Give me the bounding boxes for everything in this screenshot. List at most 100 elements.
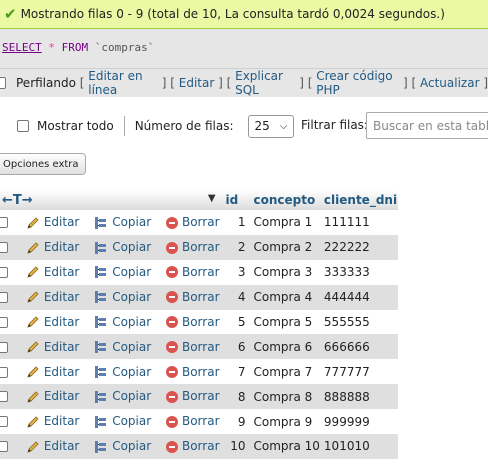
row-checkbox[interactable]	[0, 441, 8, 453]
row-checkbox[interactable]	[0, 316, 8, 328]
row-actions-cell: Editar Copiar Borrar	[0, 334, 220, 360]
edit-row-button[interactable]: Editar	[26, 389, 83, 403]
edit-label: Editar	[43, 339, 80, 354]
table-row: Editar Copiar Borrar 3 Compra 3 333333	[0, 259, 398, 285]
edit-row-button[interactable]: Editar	[26, 240, 83, 254]
delete-row-button[interactable]: Borrar	[165, 364, 220, 379]
table-row: Editar Copiar Borrar 4 Compra 4 444444	[0, 284, 398, 310]
pencil-icon	[27, 366, 39, 378]
delete-row-button[interactable]: Borrar	[165, 265, 220, 279]
delete-row-button[interactable]: Borrar	[165, 215, 220, 229]
copy-row-button[interactable]: Copiar	[94, 439, 155, 453]
arrows-icon: ←T→	[2, 192, 33, 208]
pencil-icon	[27, 217, 39, 229]
cell-concepto: Compra 9	[249, 409, 320, 435]
edit-row-button[interactable]: Editar	[26, 290, 83, 304]
explain-sql-link[interactable]: Explicar SQL	[235, 69, 295, 97]
delete-label: Borrar	[181, 389, 220, 404]
copy-icon	[95, 415, 107, 428]
delete-row-button[interactable]: Borrar	[165, 439, 220, 453]
delete-icon	[165, 341, 178, 354]
pencil-icon	[27, 266, 39, 279]
delete-row-button[interactable]: Borrar	[165, 340, 220, 354]
cell-concepto: Compra 4	[249, 284, 320, 310]
copy-icon	[95, 316, 107, 329]
rows-count-select[interactable]: 25 ⌵	[247, 114, 294, 138]
column-header-cliente-dni[interactable]: cliente_dni	[319, 190, 398, 210]
edit-row-button[interactable]: Editar	[26, 340, 83, 354]
cell-id: 1	[219, 210, 250, 235]
delete-row-button[interactable]: Borrar	[165, 240, 220, 254]
edit-row-button[interactable]: Editar	[26, 439, 83, 453]
cell-id: 8	[219, 384, 250, 410]
cell-id: 10	[219, 434, 250, 459]
edit-label: Editar	[43, 264, 80, 279]
cell-cliente-dni: 999999	[319, 409, 398, 435]
show-all-checkbox[interactable]	[17, 120, 29, 132]
row-checkbox[interactable]	[0, 291, 8, 303]
edit-row-button[interactable]: Editar	[26, 365, 83, 379]
cell-cliente-dni: 111111	[319, 210, 398, 235]
edit-row-button[interactable]: Editar	[26, 414, 83, 428]
row-checkbox[interactable]	[0, 242, 8, 254]
row-checkbox[interactable]	[0, 416, 8, 428]
cell-concepto: Compra 3	[249, 259, 320, 285]
copy-row-button[interactable]: Copiar	[94, 290, 155, 304]
delete-icon	[165, 415, 178, 428]
inline-edit-link[interactable]: Editar en línea	[88, 69, 158, 97]
row-checkbox[interactable]	[0, 366, 8, 378]
row-checkbox[interactable]	[0, 217, 8, 229]
cell-cliente-dni: 101010	[319, 434, 398, 459]
edit-row-button[interactable]: Editar	[26, 215, 83, 229]
edit-row-button[interactable]: Editar	[26, 315, 83, 329]
table-row: Editar Copiar Borrar 9 Compra 9 999999	[0, 409, 398, 435]
copy-row-button[interactable]: Copiar	[94, 215, 155, 229]
copy-icon	[95, 366, 107, 379]
copy-row-button[interactable]: Copiar	[94, 265, 155, 279]
delete-row-button[interactable]: Borrar	[165, 414, 220, 428]
table-row: Editar Copiar Borrar 6 Compra 6 666666	[0, 334, 398, 360]
table-row: Editar Copiar Borrar 10 Compra 10 101010	[0, 434, 398, 459]
row-checkbox[interactable]	[0, 266, 8, 278]
copy-label: Copiar	[112, 314, 152, 329]
create-php-code-link[interactable]: Crear código PHP	[316, 69, 399, 97]
row-checkbox[interactable]	[0, 341, 8, 353]
delete-row-button[interactable]: Borrar	[165, 389, 220, 404]
delete-icon	[165, 291, 178, 304]
column-header-id[interactable]: id	[219, 190, 250, 210]
cell-cliente-dni: 666666	[319, 334, 398, 360]
copy-row-button[interactable]: Copiar	[94, 240, 155, 254]
triangle-down-icon[interactable]: ▼	[208, 193, 216, 204]
copy-row-button[interactable]: Copiar	[94, 365, 155, 379]
edit-link[interactable]: Editar	[179, 76, 215, 90]
copy-row-button[interactable]: Copiar	[94, 315, 155, 329]
copy-row-button[interactable]: Copiar	[94, 340, 155, 354]
row-actions-cell: Editar Copiar Borrar	[0, 359, 220, 385]
copy-label: Copiar	[112, 389, 152, 404]
success-message: Mostrando filas 0 - 9 (total de 10, La c…	[20, 7, 445, 21]
row-checkbox[interactable]	[0, 391, 8, 403]
column-header-concepto[interactable]: concepto	[249, 190, 320, 210]
row-actions-cell: Editar Copiar Borrar	[0, 210, 220, 235]
extra-options-button[interactable]: Opciones extra	[0, 153, 86, 175]
copy-row-button[interactable]: Copiar	[94, 389, 155, 403]
profiling-checkbox[interactable]	[0, 77, 6, 89]
cell-cliente-dni: 777777	[319, 359, 398, 385]
edit-label: Editar	[43, 314, 80, 329]
delete-label: Borrar	[181, 364, 220, 379]
sql-query-box[interactable]: SELECT * FROM `compras`	[0, 29, 488, 69]
filter-rows-input[interactable]: Buscar en esta tabla	[366, 112, 488, 139]
column-arrows-header[interactable]: ←T→ ▼	[0, 190, 220, 210]
edit-row-button[interactable]: Editar	[26, 265, 83, 279]
edit-label: Editar	[43, 389, 80, 404]
copy-row-button[interactable]: Copiar	[94, 414, 155, 428]
rows-count-value: 25	[254, 119, 270, 133]
refresh-link[interactable]: Actualizar	[420, 76, 480, 90]
row-actions-cell: Editar Copiar Borrar	[0, 234, 220, 260]
delete-icon	[165, 366, 178, 379]
delete-row-button[interactable]: Borrar	[165, 315, 220, 329]
copy-label: Copiar	[112, 264, 152, 279]
delete-row-button[interactable]: Borrar	[165, 290, 220, 304]
copy-icon	[95, 241, 107, 254]
table-row: Editar Copiar Borrar 1 Compra 1 111111	[0, 210, 398, 235]
